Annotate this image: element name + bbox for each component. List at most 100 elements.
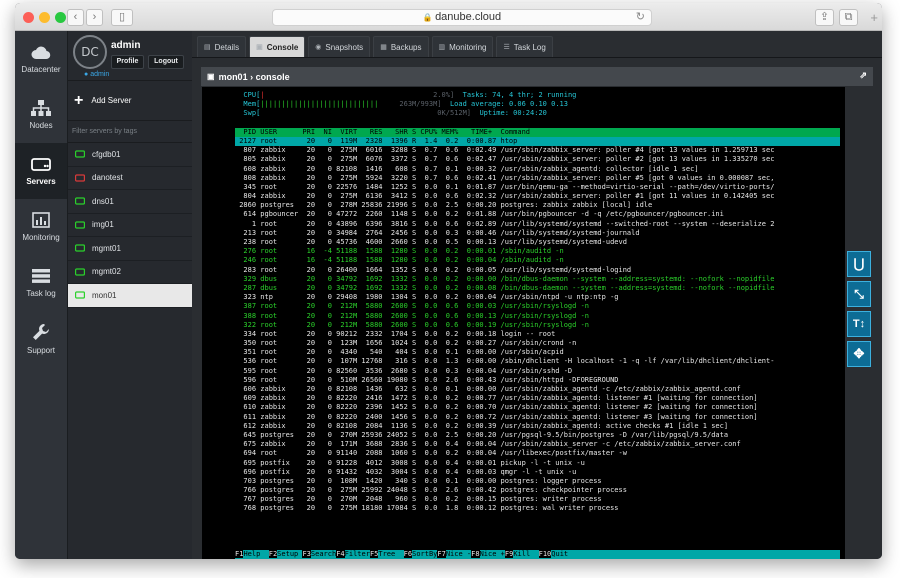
process-row: 2860 postgres 20 0 278M 25836 21996 S 0.… <box>235 201 653 210</box>
list-icon: ☰ <box>503 44 510 51</box>
profile-button[interactable]: Profile <box>111 55 144 69</box>
close-window-button[interactable] <box>23 12 34 23</box>
function-key: F10 <box>538 549 552 558</box>
monitor-icon: ▣ <box>207 72 215 81</box>
console-icon: ▣ <box>256 44 263 51</box>
new-tab-icon[interactable]: + <box>870 10 878 25</box>
process-row: 703 postgres 20 0 108M 1420 340 S 0.0 0.… <box>235 476 602 485</box>
process-row: 536 root 20 0 107M 12768 316 S 0.0 1.3 0… <box>235 357 775 366</box>
server-item-0[interactable]: cfgdb01 <box>68 143 192 167</box>
process-row: 610 zabbix 20 0 82220 2396 1452 S 0.0 0.… <box>235 403 758 412</box>
lock-icon: 🔒 <box>422 13 436 22</box>
reload-icon[interactable]: ↻ <box>636 10 645 25</box>
meter-bar: |||||||||||||||||||||||||||| <box>260 100 379 109</box>
tab-label: Monitoring <box>449 42 487 52</box>
server-item-4[interactable]: mgmt01 <box>68 237 192 261</box>
process-row: 805 zabbix 20 0 275M 6076 3372 S 0.7 0.6… <box>235 155 775 164</box>
minimize-window-button[interactable] <box>39 12 50 23</box>
external-link-icon[interactable]: ⇗ <box>859 70 867 81</box>
meter-stats: Uptime: 00:24:20 <box>471 109 547 118</box>
console-panel-header: ▣ mon01 › console ⇗ <box>201 67 873 86</box>
process-row: 2127 root 20 0 119M 2328 1396 R 1.4 0.2 … <box>235 136 840 147</box>
function-key-label: Nice + <box>479 549 505 558</box>
add-server-label: Add Server <box>91 96 132 105</box>
add-server-button[interactable]: + Add Server <box>68 81 192 121</box>
collapse-button[interactable]: ⤡ <box>847 281 871 307</box>
process-row: 675 zabbix 20 0 171M 3688 2836 S 0.0 0.4… <box>235 440 741 449</box>
function-key-label: Kill <box>513 549 539 558</box>
move-button[interactable]: ✥ <box>847 341 871 367</box>
address-bar[interactable]: 🔒 danube.cloud ↻ <box>272 9 652 26</box>
function-key: F2 <box>268 549 278 558</box>
server-status-icon <box>75 221 85 229</box>
maximize-window-button[interactable] <box>55 12 66 23</box>
server-name: mgmt01 <box>92 243 121 253</box>
server-status-icon <box>75 197 85 205</box>
process-row: 612 zabbix 20 0 82108 2084 1136 S 0.0 0.… <box>235 421 729 430</box>
server-item-2[interactable]: dns01 <box>68 190 192 214</box>
htop-meter-row: CPU[| 2.0%] Tasks: 74, 4 thr; 2 running <box>235 91 840 100</box>
server-item-5[interactable]: mgmt02 <box>68 261 192 284</box>
process-row: 388 root 20 0 212M 5880 2600 S 0.0 0.6 0… <box>235 311 590 320</box>
back-icon[interactable]: ‹ <box>67 9 84 26</box>
tab-backups[interactable]: ▦ Backups <box>373 36 429 57</box>
vnc-console[interactable]: CPU[| 2.0%] Tasks: 74, 4 thr; 2 running … <box>202 87 845 559</box>
function-key-label: SortBy <box>412 549 438 558</box>
share-icon[interactable]: ⇪ <box>815 9 834 26</box>
forward-icon[interactable]: › <box>86 9 103 26</box>
nav-label: Monitoring <box>22 233 60 242</box>
meter-value: 0K/512M] <box>260 109 472 118</box>
server-name: mgmt02 <box>92 267 121 277</box>
tab-console[interactable]: ▣ Console <box>249 36 306 57</box>
nav-support[interactable]: Support <box>15 311 67 367</box>
nav-task-log[interactable]: Task log <box>15 255 67 311</box>
process-row: 694 root 20 0 91140 2088 1060 S 0.0 0.2 … <box>235 449 627 458</box>
server-filter-input[interactable]: Filter servers by tags <box>68 121 192 143</box>
process-row: 695 postfix 20 0 91228 4012 3008 S 0.0 0… <box>235 458 585 467</box>
user-status: ● admin <box>84 71 110 78</box>
text-size-button[interactable]: T↕ <box>847 311 871 337</box>
tab-snapshots[interactable]: ◉ Snapshots <box>308 36 371 57</box>
function-key-label: Help <box>243 549 269 558</box>
function-key-label: Search <box>310 549 337 558</box>
process-row: 387 root 20 0 212M 5880 2600 S 0.0 0.6 0… <box>235 302 590 311</box>
tab-label: Details <box>214 42 240 52</box>
avatar[interactable]: DC <box>73 35 107 69</box>
text-size-icon: T↕ <box>852 318 866 330</box>
server-item-6[interactable]: mon01 <box>68 284 192 308</box>
function-key: F7 <box>437 549 446 558</box>
nav-label: Servers <box>26 177 56 186</box>
process-row: 808 zabbix 20 0 275M 5924 3220 S 0.7 0.6… <box>235 173 775 182</box>
server-item-1[interactable]: danotest <box>68 167 192 190</box>
move-icon: ✥ <box>853 346 865 361</box>
nav-datacenter[interactable]: Datacenter <box>15 31 67 87</box>
process-row: 614 pgbouncer 20 0 47272 2260 1148 S 0.0… <box>235 210 724 219</box>
tab-task-log[interactable]: ☰ Task Log <box>496 36 553 57</box>
magnet-button[interactable]: ⋃ <box>847 251 871 277</box>
process-row: 807 zabbix 20 0 275M 6016 3288 S 0.7 0.6… <box>235 146 775 155</box>
process-row: 246 root 16 -4 51188 1588 1280 S 0.0 0.2… <box>235 256 564 265</box>
server-name: dns01 <box>92 196 114 206</box>
nav-nodes[interactable]: Nodes <box>15 87 67 143</box>
process-row: 322 root 20 0 212M 5880 2600 S 0.0 0.6 0… <box>235 320 590 329</box>
process-row: 350 root 20 0 123M 1656 1024 S 0.0 0.2 0… <box>235 339 577 348</box>
tabs-icon[interactable]: ⧉ <box>839 9 858 26</box>
nav-monitoring[interactable]: Monitoring <box>15 199 67 255</box>
meter-value: 2.0%] <box>264 91 455 99</box>
function-key-label: Quit <box>551 549 577 558</box>
nav-label: Task log <box>26 289 56 298</box>
sidebar-toggle-icon[interactable]: ▯ <box>111 9 133 26</box>
tab-details[interactable]: ▤ Details <box>197 36 247 57</box>
user-name: admin <box>111 40 141 51</box>
panel-title: mon01 › console <box>218 71 290 82</box>
nav-servers[interactable]: Servers <box>15 143 67 199</box>
server-status-icon <box>75 291 85 299</box>
tab-monitoring[interactable]: ▥ Monitoring <box>431 36 494 57</box>
meter-stats: Load average: 0.06 0.10 0.13 <box>441 100 568 109</box>
function-key: F3 <box>302 549 311 558</box>
server-list: cfgdb01 danotest dns01 img01 mgmt01 mgmt02 mon… <box>68 143 192 308</box>
process-row: 595 root 20 0 82560 3536 2680 S 0.0 0.3 … <box>235 366 573 375</box>
logout-button[interactable]: Logout <box>148 55 184 69</box>
server-item-3[interactable]: img01 <box>68 214 192 237</box>
